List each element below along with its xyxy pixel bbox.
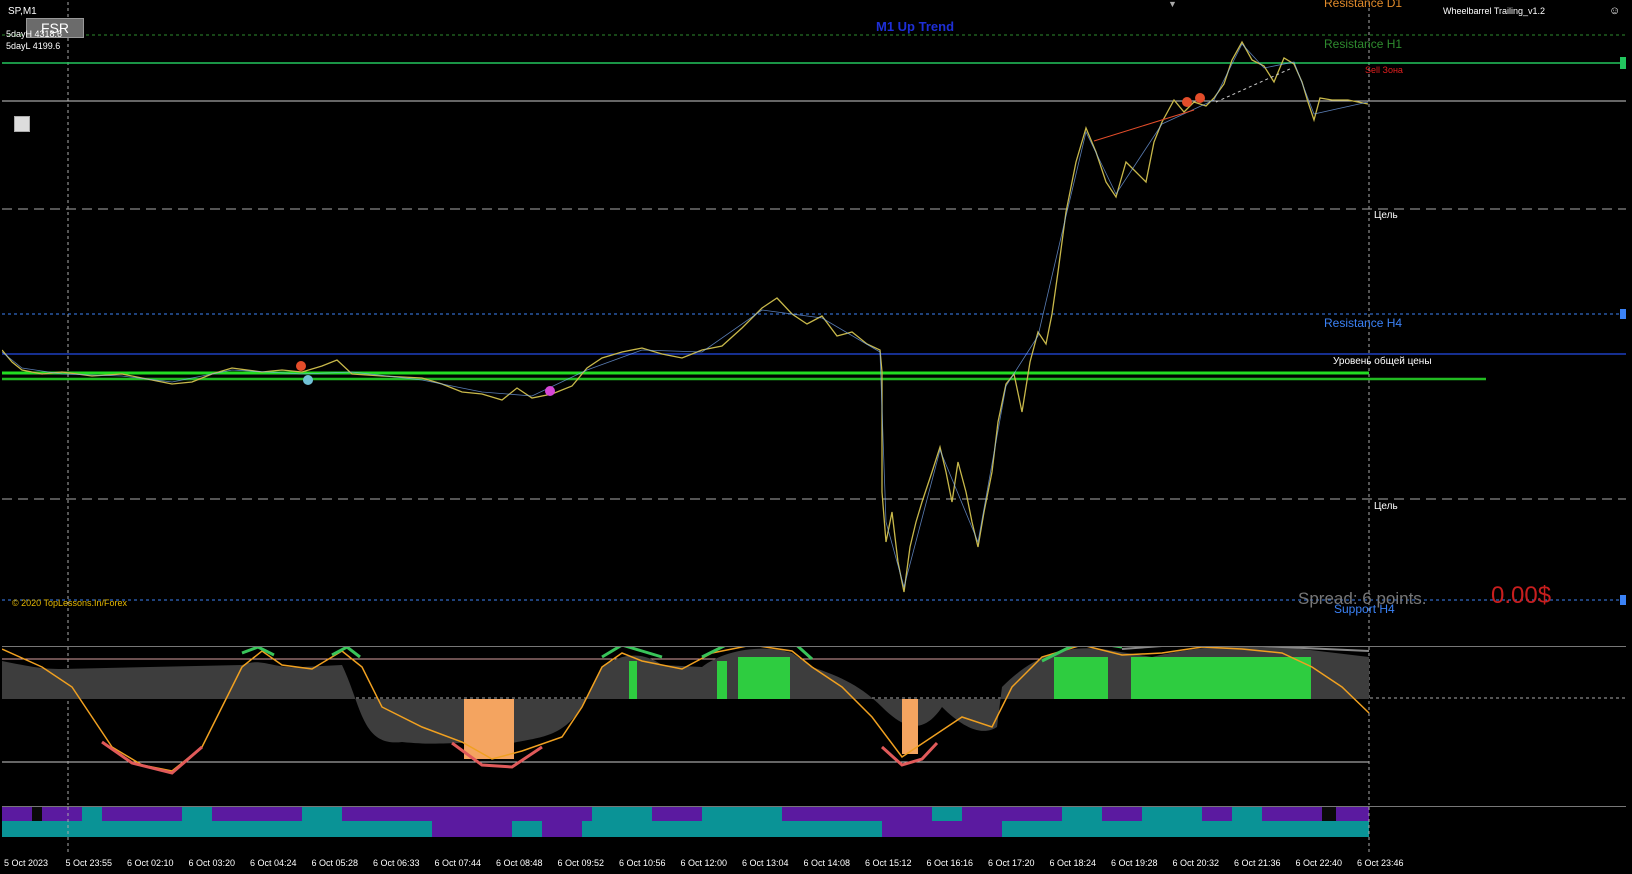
resistance-d1-label: Resistance D1 xyxy=(1324,0,1403,10)
target-label-1: Цель xyxy=(1374,210,1398,221)
time-axis-label: 6 Oct 09:52 xyxy=(557,858,605,868)
buy-signal-icon xyxy=(303,375,313,385)
time-axis-label: 6 Oct 05:28 xyxy=(311,858,359,868)
profit-label: 0.00$ xyxy=(1491,582,1552,609)
checkbox[interactable] xyxy=(14,116,30,132)
histogram-panel[interactable] xyxy=(2,806,1626,855)
spread-label: Spread: 6 points. xyxy=(1298,589,1427,608)
time-axis-label: 6 Oct 17:20 xyxy=(988,858,1035,868)
time-axis-label: 6 Oct 18:24 xyxy=(1049,858,1097,868)
time-axis-label: 6 Oct 10:56 xyxy=(619,858,666,868)
sell-signal-icon xyxy=(1195,93,1205,103)
time-axis-label: 6 Oct 15:12 xyxy=(865,858,912,868)
time-axis-label: 6 Oct 20:32 xyxy=(1172,858,1220,868)
signal-icon xyxy=(545,386,555,396)
time-axis-label: 6 Oct 23:46 xyxy=(1357,858,1404,868)
time-axis: 5 Oct 2023 5 Oct 23:55 6 Oct 02:10 6 Oct 03… xyxy=(0,856,1632,874)
time-axis-label: 6 Oct 03:20 xyxy=(188,858,236,868)
time-axis-label: 6 Oct 04:24 xyxy=(250,858,297,868)
copyright: © 2020 TopLessons.In/Forex xyxy=(12,598,128,608)
time-axis-label: 6 Oct 16:16 xyxy=(926,858,974,868)
time-axis-label: 6 Oct 12:00 xyxy=(680,858,728,868)
five-day-low: 5dayL 4199.6 xyxy=(6,41,61,51)
target-label-2: Цель xyxy=(1374,501,1398,512)
time-axis-label: 6 Oct 21:36 xyxy=(1234,858,1281,868)
time-axis-label: 6 Oct 06:33 xyxy=(373,858,420,868)
time-axis-label: 6 Oct 07:44 xyxy=(434,858,482,868)
histogram-chart xyxy=(2,807,1370,855)
time-axis-label: 5 Oct 23:55 xyxy=(65,858,113,868)
oscillator-chart xyxy=(2,647,1626,805)
sell-signal-icon xyxy=(296,361,306,371)
time-axis-label: 6 Oct 13:04 xyxy=(742,858,789,868)
five-day-high: 5dayH 4318.6 xyxy=(6,29,63,39)
chevron-down-icon[interactable]: ▼ xyxy=(1168,0,1177,9)
common-price-label: Уровень общей цены xyxy=(1333,356,1432,367)
resistance-h4-label: Resistance H4 xyxy=(1324,316,1403,330)
resistance-h1-label: Resistance H1 xyxy=(1324,37,1403,51)
time-axis-label: 6 Oct 19:28 xyxy=(1111,858,1158,868)
sell-signal-icon xyxy=(1182,97,1192,107)
time-axis-label: 6 Oct 02:10 xyxy=(127,858,174,868)
time-axis-label: 5 Oct 2023 xyxy=(4,858,49,868)
sell-zone-label: Sell Зона xyxy=(1365,65,1403,75)
main-chart-panel[interactable]: SP,M1 FSR 5dayH 4318.6 5dayL 4199.6 M1 U… xyxy=(2,0,1626,644)
time-axis-label: 6 Oct 08:48 xyxy=(496,858,543,868)
ea-name: Wheelbarrel Trailing_v1.2 xyxy=(1443,6,1546,16)
ea-status-icon[interactable]: ☺ xyxy=(1609,5,1620,17)
time-axis-label: 6 Oct 14:08 xyxy=(803,858,851,868)
symbol-label: SP,M1 xyxy=(8,6,37,17)
oscillator-panel[interactable] xyxy=(2,646,1626,805)
trend-label: M1 Up Trend xyxy=(876,19,955,34)
time-axis-label: 6 Oct 22:40 xyxy=(1295,858,1343,868)
